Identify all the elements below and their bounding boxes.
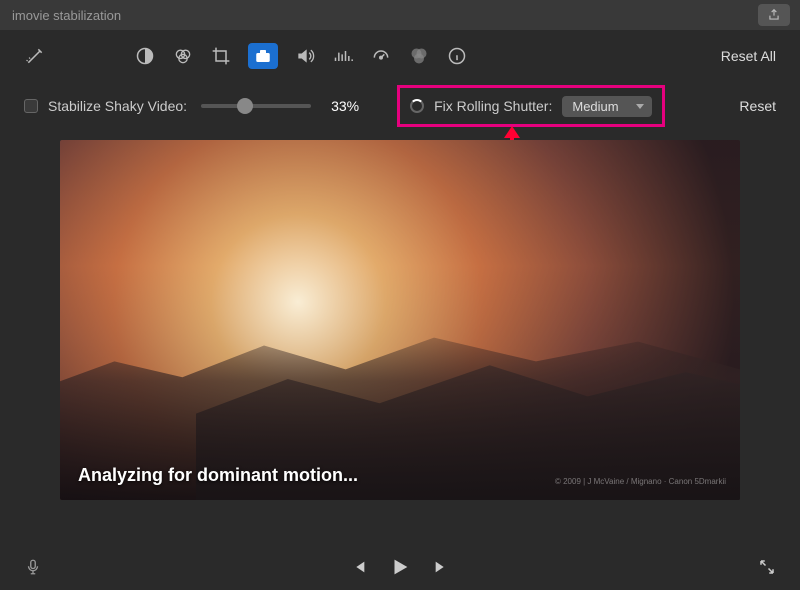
play-button[interactable] xyxy=(389,556,411,578)
voiceover-button[interactable] xyxy=(24,558,42,576)
playback-bar xyxy=(0,544,800,590)
dropdown-value: Medium xyxy=(572,99,618,114)
play-icon xyxy=(389,556,411,578)
rolling-shutter-dropdown[interactable]: Medium xyxy=(562,96,652,117)
color-correction-icon[interactable] xyxy=(172,45,194,67)
playback-controls xyxy=(351,556,449,578)
spinner-icon xyxy=(410,99,424,113)
noise-reduction-icon[interactable] xyxy=(332,45,354,67)
slider-thumb[interactable] xyxy=(237,98,253,114)
stabilize-slider[interactable] xyxy=(201,104,311,108)
info-icon[interactable] xyxy=(446,45,468,67)
next-button[interactable] xyxy=(433,559,449,575)
stabilization-icon[interactable] xyxy=(248,43,278,69)
fullscreen-button[interactable] xyxy=(758,558,776,576)
skip-back-icon xyxy=(351,559,367,575)
expand-icon xyxy=(758,558,776,576)
inspector-toolbar: Reset All xyxy=(0,30,800,82)
speed-icon[interactable] xyxy=(370,45,392,67)
stabilize-label: Stabilize Shaky Video: xyxy=(48,98,187,114)
magic-wand-icon[interactable] xyxy=(24,45,46,67)
microphone-icon xyxy=(24,558,42,576)
stabilization-controls: Stabilize Shaky Video: 33% Fix Rolling S… xyxy=(0,82,800,130)
skip-forward-icon xyxy=(433,559,449,575)
stabilize-checkbox[interactable] xyxy=(24,99,38,113)
reset-button[interactable]: Reset xyxy=(739,98,776,114)
reset-all-button[interactable]: Reset All xyxy=(721,48,776,64)
rolling-shutter-label: Fix Rolling Shutter: xyxy=(434,98,552,114)
preview-watermark: © 2009 | J McVaine / Mignano · Canon 5Dm… xyxy=(555,477,726,486)
window-title: imovie stabilization xyxy=(12,8,121,23)
rolling-shutter-group: Fix Rolling Shutter: Medium xyxy=(397,85,665,127)
share-icon xyxy=(767,8,781,22)
share-button[interactable] xyxy=(758,4,790,26)
color-balance-icon[interactable] xyxy=(134,45,156,67)
volume-icon[interactable] xyxy=(294,45,316,67)
crop-icon[interactable] xyxy=(210,45,232,67)
color-filter-icon[interactable] xyxy=(408,45,430,67)
stabilize-percent: 33% xyxy=(331,98,359,114)
analysis-status: Analyzing for dominant motion... xyxy=(78,465,358,486)
video-preview[interactable]: Analyzing for dominant motion... © 2009 … xyxy=(60,140,740,500)
title-bar: imovie stabilization xyxy=(0,0,800,30)
prev-button[interactable] xyxy=(351,559,367,575)
